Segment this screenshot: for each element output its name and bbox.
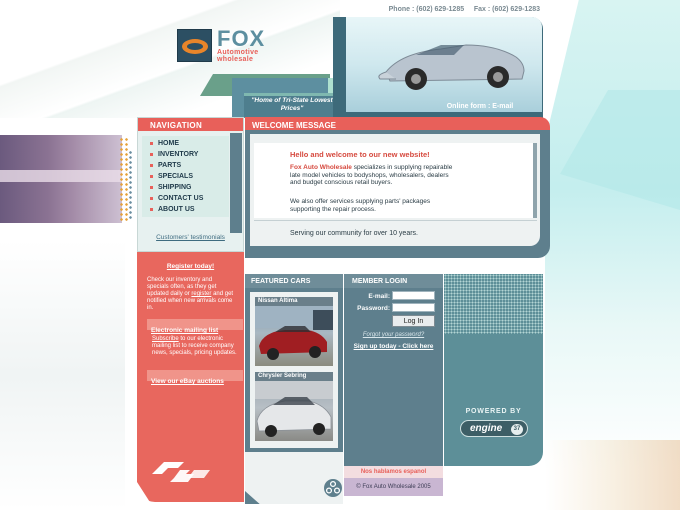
featured-title: FEATURED CARS [245, 274, 343, 288]
engine-badge[interactable]: engine 37 [460, 420, 528, 437]
car-2-image [255, 381, 333, 441]
car-image [378, 44, 525, 90]
mailing-list-title: Electronic mailing list [151, 327, 219, 334]
copyright-bar: © Fox Auto Wholesale 2005 [344, 478, 443, 496]
bg-bottom-left [0, 240, 125, 510]
nav-panel: NAVIGATION HOME INVENTORY PARTS SPECIALS… [137, 117, 244, 252]
welcome-heading: Hello and welcome to our new website! [290, 150, 430, 159]
register-text: Check our inventory and specials often, … [147, 277, 234, 311]
engine-version: 37 [511, 424, 523, 435]
hero-image [346, 17, 542, 112]
signup-link[interactable]: Sign up today - Click here [344, 343, 443, 350]
featured-car-1[interactable]: Nissan Altima [255, 297, 333, 366]
welcome-divider [254, 220, 537, 221]
email-label: E-mail: [368, 293, 390, 300]
contact-bar: Phone : (602) 629-1285 Fax : (602) 629-1… [330, 6, 540, 13]
welcome-content: Hello and welcome to our new website! Fo… [254, 143, 537, 218]
forgot-password-link[interactable]: Forgot your password? [344, 332, 443, 338]
testimonials-link[interactable]: Customers' testimonials [138, 234, 243, 241]
fox-mark-icon [152, 462, 210, 482]
logo-emblem [177, 29, 212, 62]
bg-left-stripe-light [0, 170, 122, 182]
nav-specials[interactable]: SPECIALS [142, 171, 229, 182]
nav-home[interactable]: HOME [142, 138, 229, 149]
recycle-icon[interactable] [323, 478, 343, 498]
nav-right-bar [230, 133, 242, 233]
powered-label: POWERED BY [465, 408, 522, 415]
company-name: Fox Auto Wholesale [290, 164, 352, 171]
nav-list: HOME INVENTORY PARTS SPECIALS SHIPPING C… [142, 136, 229, 217]
password-label: Password: [357, 305, 390, 312]
serving-text: Serving our community for over 10 years. [290, 230, 418, 237]
ebay-link: View our eBay auctions [151, 378, 224, 385]
bg-bottom-right [545, 440, 680, 510]
spanish-bar: Nos hablamos espanol [344, 466, 443, 478]
engine-brand: engine [470, 423, 503, 434]
password-input[interactable] [392, 303, 435, 312]
copyright-text: © Fox Auto Wholesale 2005 [356, 484, 431, 490]
welcome-title: WELCOME MESSAGE [245, 117, 550, 130]
online-form-link[interactable]: Online form : E-mail [420, 103, 540, 110]
register-inline-link[interactable]: register [191, 291, 211, 297]
nav-shipping[interactable]: SHIPPING [142, 182, 229, 193]
nav-contact-us[interactable]: CONTACT US [142, 193, 229, 204]
phone-text: Phone : (602) 629-1285 [388, 6, 465, 13]
logo[interactable]: FOX Automotive wholesale [175, 26, 285, 64]
ebay-bar[interactable]: View our eBay auctions [147, 370, 243, 385]
fax-text: Fax : (602) 629-1283 [473, 6, 540, 13]
featured-car-2[interactable]: Chrysler Sebring [255, 372, 333, 441]
tagline-text: "Home of Tri-State Lowest Prices" [251, 97, 333, 112]
mailing-list-bar[interactable]: Electronic mailing list [147, 319, 243, 334]
right-panel-speckle [444, 274, 543, 334]
sidebar-top-notch [137, 252, 244, 262]
login-title: MEMBER LOGIN [344, 274, 443, 288]
subscribe-link[interactable]: Subscribe [152, 336, 179, 342]
login-button[interactable]: Log In [392, 315, 435, 327]
car-2-label: Chrysler Sebring [255, 372, 333, 381]
email-input[interactable] [392, 291, 435, 300]
spanish-text: Nos hablamos espanol [360, 469, 427, 475]
register-link[interactable]: Register today! [137, 263, 244, 270]
nav-about-us[interactable]: ABOUT US [142, 204, 229, 215]
navigation-title: NAVIGATION [138, 118, 243, 131]
welcome-paragraph-1: Fox Auto Wholesale specializes in supply… [290, 164, 453, 186]
subscribe-text: Subscribe to our electronic mailing list… [152, 336, 237, 356]
car-1-label: Nissan Altima [255, 297, 333, 306]
tagline-box: "Home of Tri-State Lowest Prices" [244, 93, 340, 117]
decor-dots-2 [128, 150, 134, 220]
welcome-paragraph-2: We also offer services supplying parts' … [290, 198, 431, 213]
nav-inventory[interactable]: INVENTORY [142, 149, 229, 160]
bg-right-mint [545, 0, 680, 470]
nav-parts[interactable]: PARTS [142, 160, 229, 171]
car-1-image [255, 306, 333, 366]
logo-subtitle: Automotive wholesale [217, 49, 259, 63]
